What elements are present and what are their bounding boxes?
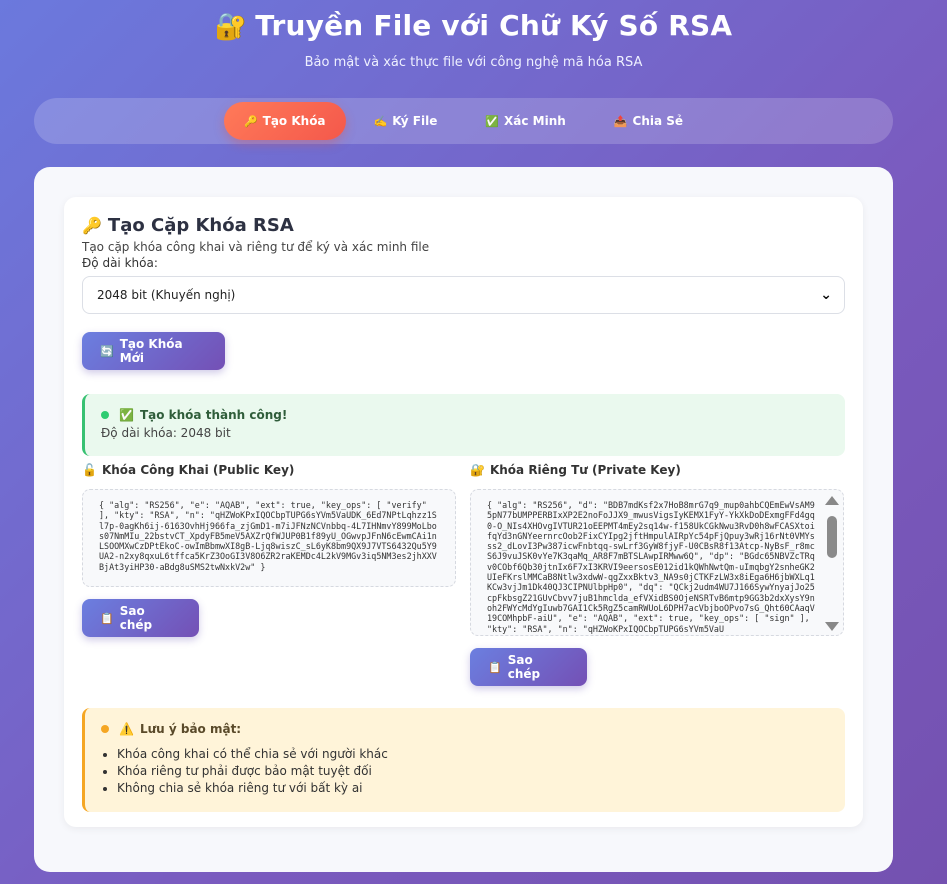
security-note-list: Khóa công khai có thể chia sẻ với người … [101, 746, 829, 797]
key-length-select[interactable]: 2048 bit (Khuyến nghị) ⌄ [82, 276, 845, 314]
private-key-label-text: Khóa Riêng Tư (Private Key) [489, 463, 681, 477]
status-dot [101, 411, 109, 419]
refresh-icon: 🔄 [100, 344, 114, 358]
scroll-up-icon[interactable] [825, 496, 839, 505]
card-description: Tạo cặp khóa công khai và riêng tư để ký… [82, 240, 430, 254]
status-dot [101, 725, 109, 733]
content-panel: 🔑 Tạo Cặp Khóa RSA Tạo cặp khóa công kha… [34, 167, 893, 872]
private-key-column: 🔐 Khóa Riêng Tư (Private Key) { "alg": "… [470, 460, 844, 686]
copy-public-key-button[interactable]: 📋 Sao chép [82, 599, 199, 637]
generate-key-button[interactable]: 🔄 Tạo Khóa Mới [82, 332, 225, 370]
copy-label: Sao chép [507, 653, 541, 681]
copy-private-key-button[interactable]: 📋 Sao chép [470, 648, 587, 686]
public-key-textarea[interactable]: { "alg": "RS256", "e": "AQAB", "ext": tr… [82, 489, 456, 587]
public-key-label: 🔓 Khóa Công Khai (Public Key) [82, 460, 456, 480]
tab-label: Xác Minh [504, 114, 566, 128]
key-length-label: Độ dài khóa: [82, 256, 158, 270]
tab-label: Chia Sẻ [632, 114, 684, 128]
scroll-thumb[interactable] [827, 516, 837, 558]
clipboard-icon: 📋 [100, 611, 114, 625]
chevron-down-icon: ⌄ [820, 287, 832, 303]
key-icon: 🔑 [243, 114, 258, 128]
tab-sign-file[interactable]: ✍️ Ký File [354, 102, 458, 140]
page-title-text: Truyền File với Chữ Ký Số RSA [255, 9, 733, 42]
key-icon: 🔑 [82, 216, 102, 235]
success-alert: ✅ Tạo khóa thành công! Độ dài khóa: 2048… [82, 394, 845, 456]
check-mark-icon: ✅ [485, 114, 500, 128]
success-title-text: Tạo khóa thành công! [139, 408, 288, 422]
scrollbar[interactable] [825, 496, 839, 631]
public-key-column: 🔓 Khóa Công Khai (Public Key) { "alg": "… [82, 460, 456, 686]
page-subtitle: Bảo mật và xác thực file với công nghệ m… [304, 55, 643, 70]
clipboard-icon: 📋 [488, 660, 502, 674]
security-note: ⚠️ Lưu ý bảo mật: Khóa công khai có thể … [82, 708, 845, 812]
copy-label: Sao chép [119, 604, 153, 632]
generate-key-label: Tạo Khóa Mới [119, 337, 183, 365]
share-icon: 📤 [613, 114, 628, 128]
security-note-title: ⚠️ Lưu ý bảo mật: [101, 722, 829, 736]
keys-section: 🔓 Khóa Công Khai (Public Key) { "alg": "… [82, 460, 845, 686]
keygen-card: 🔑 Tạo Cặp Khóa RSA Tạo cặp khóa công kha… [64, 197, 863, 827]
check-mark-icon: ✅ [119, 408, 134, 422]
page-title: 🔐 Truyền File với Chữ Ký Số RSA [0, 6, 947, 47]
list-item: Khóa riêng tư phải được bảo mật tuyệt đố… [117, 763, 829, 780]
lock-key-icon: 🔐 [214, 12, 248, 42]
private-key-value: { "alg": "RS256", "d": "BDB7mdKsf2x7HoB8… [487, 500, 815, 634]
tab-bar: 🔑 Tạo Khóa ✍️ Ký File ✅ Xác Minh 📤 Chia … [34, 98, 893, 144]
tab-verify[interactable]: ✅ Xác Minh [465, 102, 585, 140]
public-key-label-text: Khóa Công Khai (Public Key) [101, 463, 295, 477]
card-title: 🔑 Tạo Cặp Khóa RSA [82, 215, 845, 236]
scroll-down-icon[interactable] [825, 622, 839, 631]
page-header: 🔐 Truyền File với Chữ Ký Số RSA Bảo mật v… [0, 0, 947, 70]
private-key-label: 🔐 Khóa Riêng Tư (Private Key) [470, 460, 844, 480]
list-item: Khóa công khai có thể chia sẻ với người … [117, 746, 829, 763]
locked-key-icon: 🔐 [470, 463, 485, 477]
warning-icon: ⚠️ [119, 722, 134, 736]
security-note-title-text: Lưu ý bảo mật: [139, 722, 242, 736]
tab-label: Ký File [392, 114, 438, 128]
key-length-selected: 2048 bit (Khuyến nghị) [97, 288, 236, 302]
tab-create-key[interactable]: 🔑 Tạo Khóa [223, 102, 346, 140]
list-item: Không chia sẻ khóa riêng tư với bất kỳ a… [117, 780, 829, 797]
success-title: ✅ Tạo khóa thành công! [101, 408, 829, 422]
card-title-text: Tạo Cặp Khóa RSA [107, 215, 294, 236]
tab-label: Tạo Khóa [262, 114, 326, 128]
writing-hand-icon: ✍️ [373, 114, 388, 128]
tab-share[interactable]: 📤 Chia Sẻ [594, 102, 703, 140]
private-key-textarea[interactable]: { "alg": "RS256", "d": "BDB7mdKsf2x7HoB8… [470, 489, 844, 636]
unlocked-icon: 🔓 [82, 463, 97, 477]
success-detail: Độ dài khóa: 2048 bit [101, 426, 231, 440]
